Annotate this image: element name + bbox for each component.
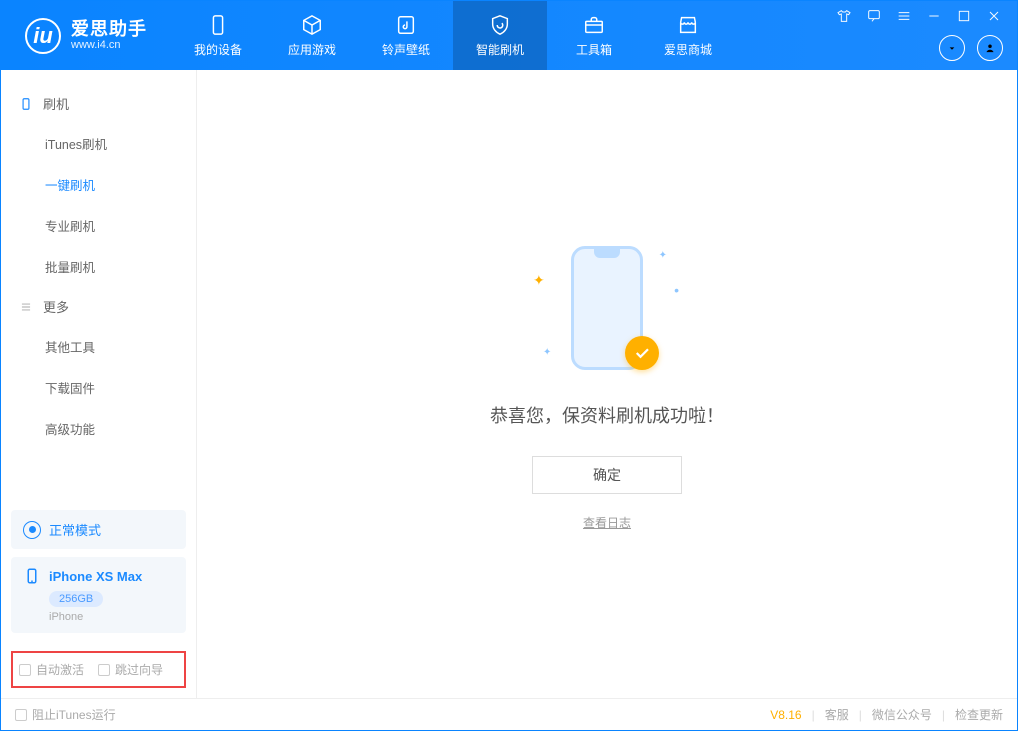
- device-icon: [207, 14, 229, 36]
- tab-my-device[interactable]: 我的设备: [171, 1, 265, 70]
- window-controls: [835, 1, 1017, 70]
- checkbox-icon: [15, 709, 27, 721]
- sparkle-icon: ✦: [659, 250, 667, 261]
- device-type: iPhone: [49, 611, 174, 623]
- footer-link-wechat[interactable]: 微信公众号: [872, 706, 932, 723]
- shield-refresh-icon: [489, 14, 511, 36]
- tab-apps-games[interactable]: 应用游戏: [265, 1, 359, 70]
- sparkle-icon: •: [674, 282, 679, 298]
- logo[interactable]: iu 爱思助手 www.i4.cn: [1, 1, 171, 70]
- success-illustration: ✦ ✦ ✦ •: [527, 238, 687, 378]
- sparkle-icon: ✦: [533, 272, 545, 289]
- briefcase-icon: [583, 14, 605, 36]
- sidebar-item-download-firmware[interactable]: 下载固件: [1, 367, 196, 408]
- sidebar-item-batch-flash[interactable]: 批量刷机: [1, 246, 196, 287]
- phone-outline-icon: [23, 567, 41, 585]
- device-capacity: 256GB: [49, 591, 103, 607]
- app-url: www.i4.cn: [71, 39, 147, 51]
- sidebar-item-itunes-flash[interactable]: iTunes刷机: [1, 123, 196, 164]
- checkbox-skip-guide[interactable]: 跳过向导: [98, 661, 163, 678]
- sidebar-item-advanced[interactable]: 高级功能: [1, 408, 196, 449]
- success-message: 恭喜您，保资料刷机成功啦！: [490, 402, 724, 428]
- tab-store[interactable]: 爱思商城: [641, 1, 735, 70]
- sparkle-icon: ✦: [543, 347, 551, 358]
- footer-link-update[interactable]: 检查更新: [955, 706, 1003, 723]
- section-more[interactable]: 更多: [1, 287, 196, 326]
- app-name: 爱思助手: [71, 20, 147, 40]
- version-label: V8.16: [770, 708, 801, 722]
- sidebar-item-pro-flash[interactable]: 专业刷机: [1, 205, 196, 246]
- phone-icon: [19, 97, 33, 111]
- result-panel: ✦ ✦ ✦ • 恭喜您，保资料刷机成功啦！ 确定 查看日志: [490, 238, 724, 531]
- footer-link-support[interactable]: 客服: [825, 706, 849, 723]
- view-log-link[interactable]: 查看日志: [583, 514, 631, 531]
- minimize-button[interactable]: [925, 7, 943, 25]
- checkbox-icon: [98, 664, 110, 676]
- feedback-icon[interactable]: [865, 7, 883, 25]
- tab-smart-flash[interactable]: 智能刷机: [453, 1, 547, 70]
- checkbox-highlight-box: 自动激活 跳过向导: [11, 651, 186, 688]
- mode-dot-icon: [23, 521, 41, 539]
- maximize-button[interactable]: [955, 7, 973, 25]
- sidebar-item-oneclick-flash[interactable]: 一键刷机: [1, 164, 196, 205]
- device-mode-card[interactable]: 正常模式: [11, 510, 186, 549]
- music-note-icon: [395, 14, 417, 36]
- checkbox-block-itunes[interactable]: 阻止iTunes运行: [15, 706, 116, 723]
- check-badge-icon: [625, 336, 659, 370]
- download-button[interactable]: [939, 35, 965, 61]
- main-tabs: 我的设备 应用游戏 铃声壁纸 智能刷机 工具箱 爱思商城: [171, 1, 735, 70]
- body: 刷机 iTunes刷机 一键刷机 专业刷机 批量刷机 更多 其他工具 下载固件 …: [1, 70, 1017, 698]
- sidebar: 刷机 iTunes刷机 一键刷机 专业刷机 批量刷机 更多 其他工具 下载固件 …: [1, 70, 197, 698]
- logo-icon: iu: [25, 18, 61, 54]
- sidebar-item-other-tools[interactable]: 其他工具: [1, 326, 196, 367]
- account-button[interactable]: [977, 35, 1003, 61]
- titlebar: iu 爱思助手 www.i4.cn 我的设备 应用游戏 铃声壁纸 智能刷机: [1, 1, 1017, 70]
- close-button[interactable]: [985, 7, 1003, 25]
- store-icon: [677, 14, 699, 36]
- menu-icon[interactable]: [895, 7, 913, 25]
- tab-toolbox[interactable]: 工具箱: [547, 1, 641, 70]
- list-icon: [19, 300, 33, 314]
- checkbox-icon: [19, 664, 31, 676]
- shirt-icon[interactable]: [835, 7, 853, 25]
- footer: 阻止iTunes运行 V8.16 | 客服 | 微信公众号 | 检查更新: [1, 698, 1017, 730]
- app-window: iu 爱思助手 www.i4.cn 我的设备 应用游戏 铃声壁纸 智能刷机: [0, 0, 1018, 731]
- ok-button[interactable]: 确定: [532, 456, 682, 494]
- checkbox-auto-activate[interactable]: 自动激活: [19, 661, 84, 678]
- section-flash[interactable]: 刷机: [1, 84, 196, 123]
- device-phone-card[interactable]: iPhone XS Max 256GB iPhone: [11, 557, 186, 633]
- device-cards: 正常模式 iPhone XS Max 256GB iPhone: [1, 500, 196, 643]
- tab-ringtone-wallpaper[interactable]: 铃声壁纸: [359, 1, 453, 70]
- cube-icon: [301, 14, 323, 36]
- main-content: ✦ ✦ ✦ • 恭喜您，保资料刷机成功啦！ 确定 查看日志: [197, 70, 1017, 698]
